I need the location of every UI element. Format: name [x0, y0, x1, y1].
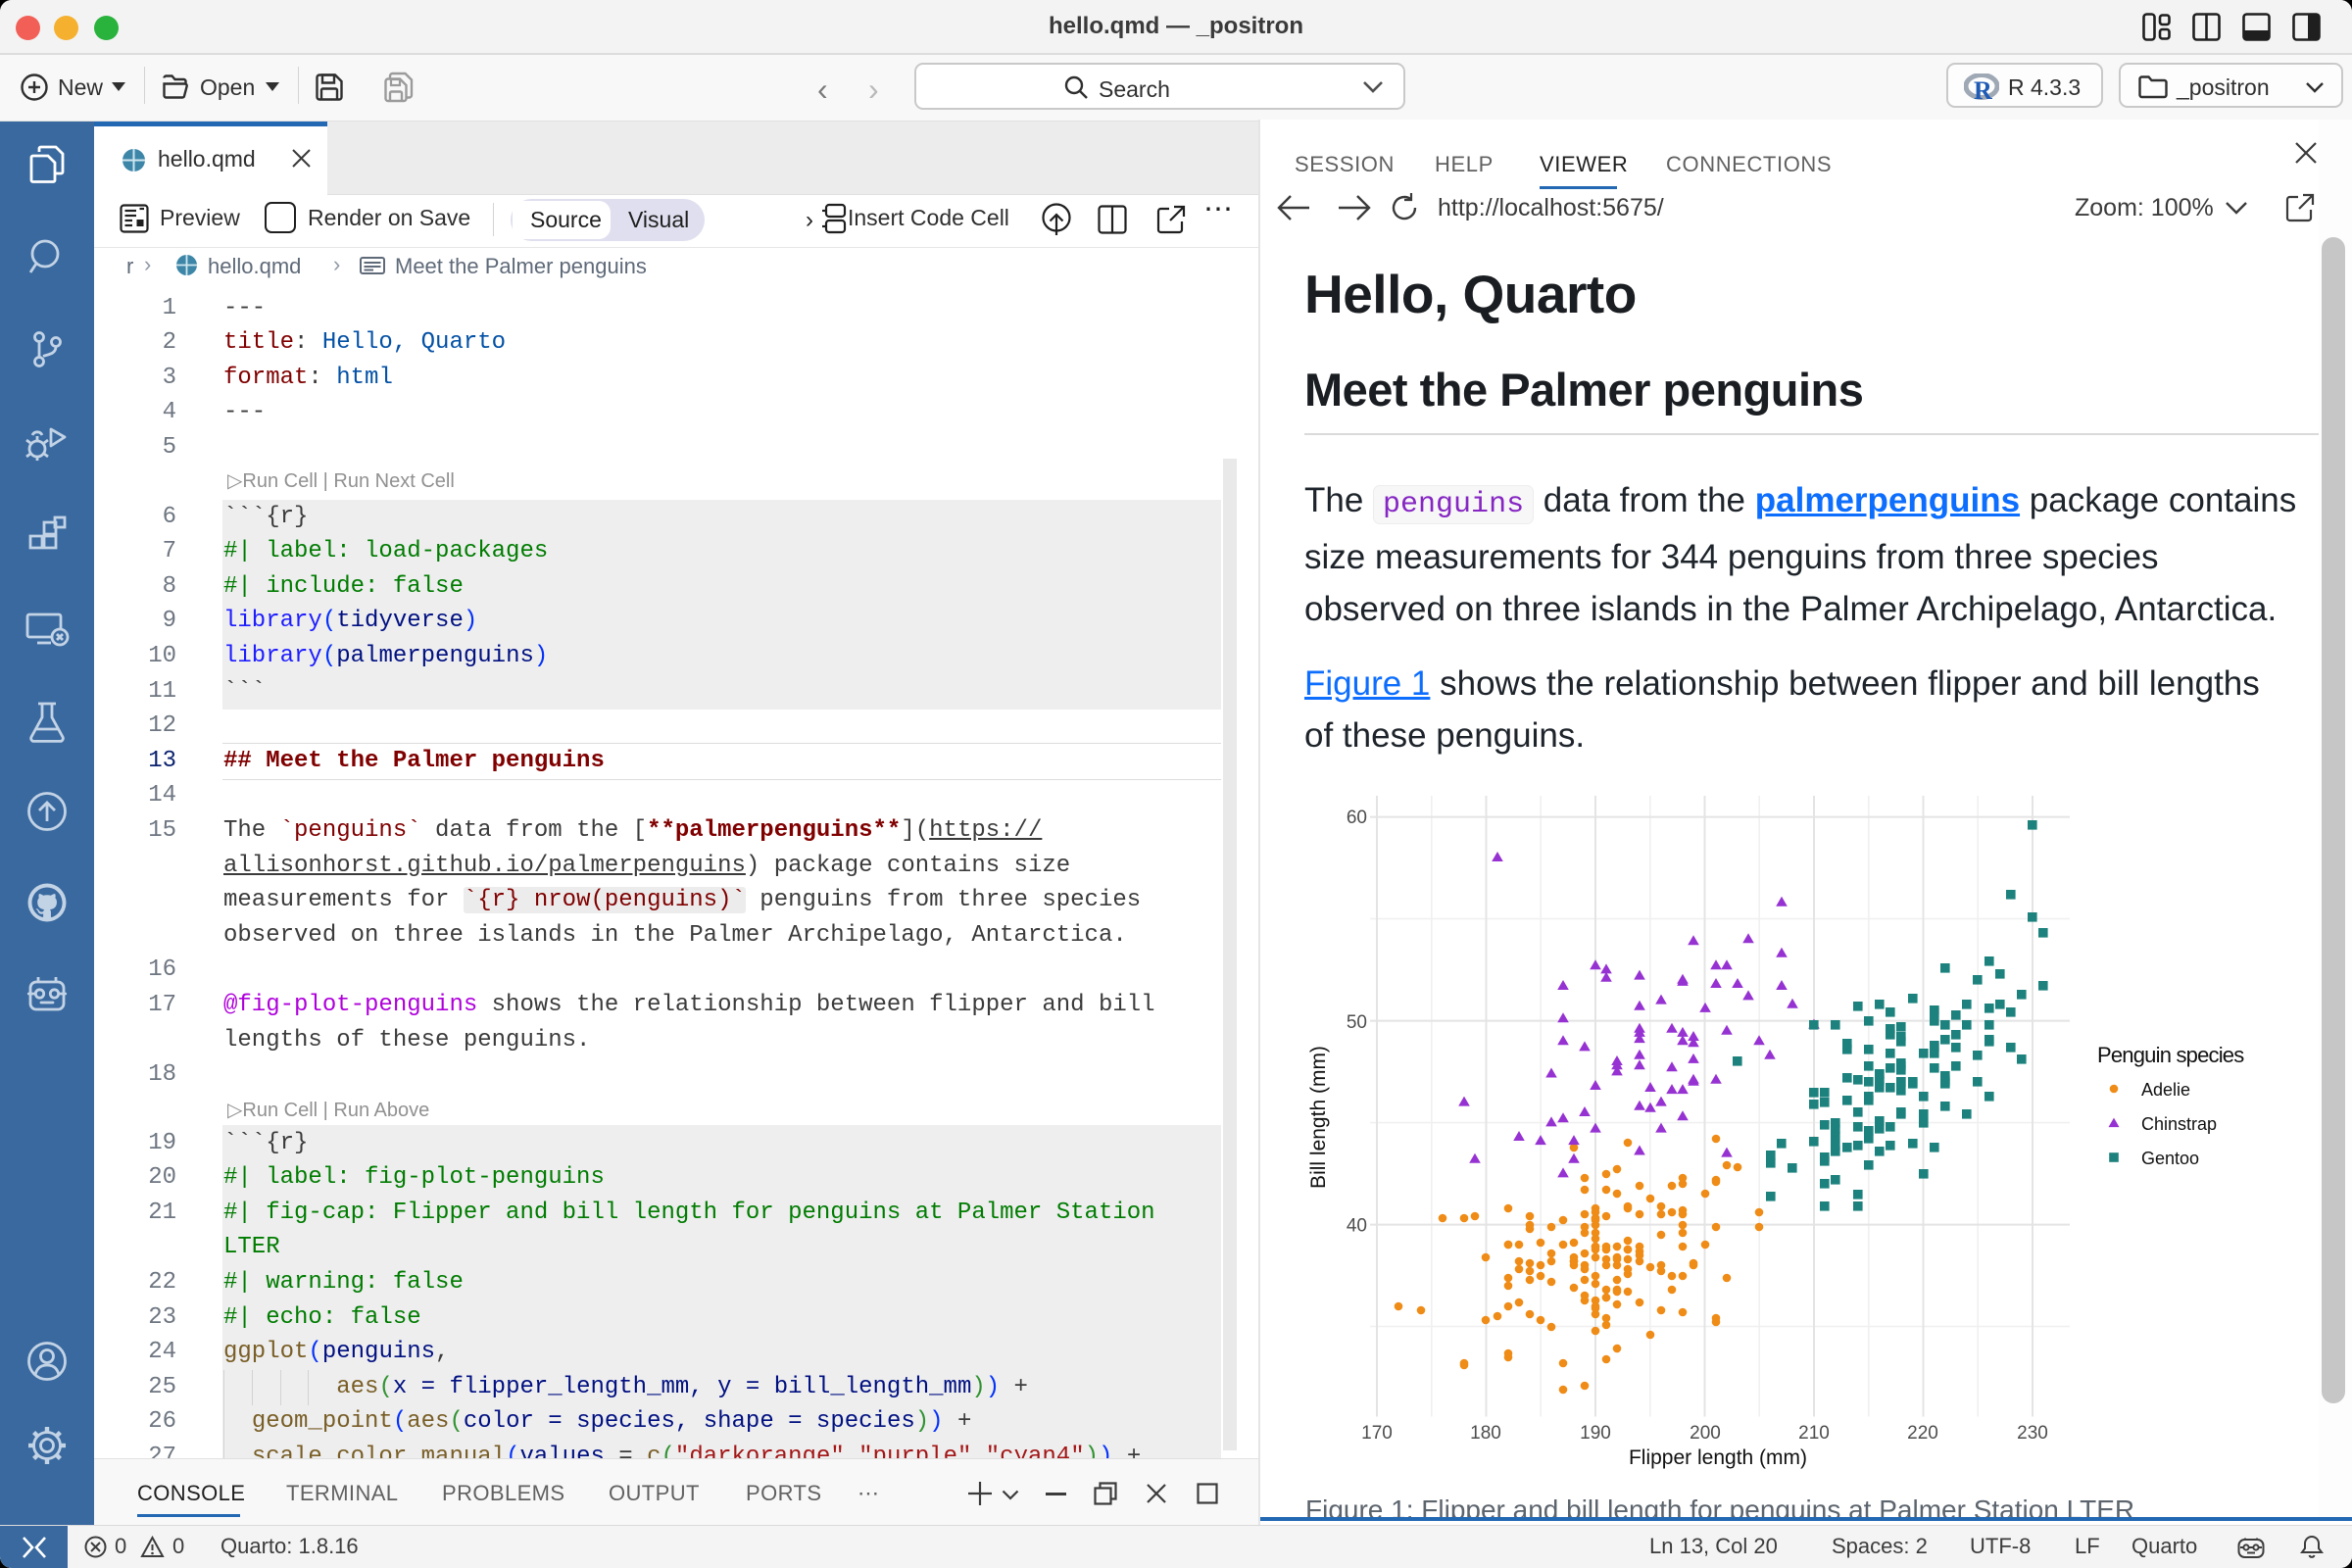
svg-text:R: R: [1974, 76, 1992, 103]
svg-text:190: 190: [1580, 1423, 1611, 1444]
svg-text:Penguin species: Penguin species: [2097, 1043, 2244, 1067]
svg-text:40: 40: [1347, 1216, 1367, 1237]
svg-text:Bill length (mm): Bill length (mm): [1307, 1046, 1330, 1189]
svg-text:210: 210: [1798, 1423, 1830, 1444]
svg-text:Gentoo: Gentoo: [2141, 1149, 2199, 1168]
svg-text:Chinstrap: Chinstrap: [2141, 1114, 2217, 1134]
svg-text:230: 230: [2017, 1423, 2048, 1444]
svg-text:Adelie: Adelie: [2141, 1080, 2190, 1100]
svg-text:180: 180: [1470, 1423, 1501, 1444]
svg-text:50: 50: [1347, 1012, 1367, 1033]
svg-text:170: 170: [1361, 1423, 1393, 1444]
svg-text:60: 60: [1347, 808, 1367, 828]
svg-text:Flipper length (mm): Flipper length (mm): [1629, 1446, 1807, 1469]
svg-text:200: 200: [1690, 1423, 1721, 1444]
svg-text:220: 220: [1907, 1423, 1938, 1444]
